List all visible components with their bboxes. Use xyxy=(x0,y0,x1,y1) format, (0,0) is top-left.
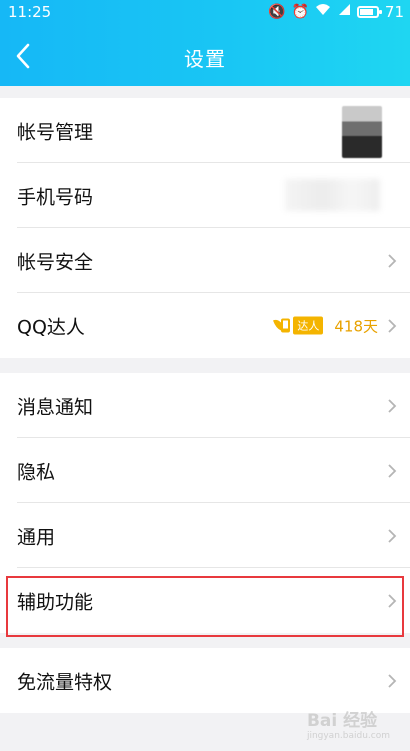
battery-icon xyxy=(356,6,382,18)
chevron-right-icon xyxy=(386,527,398,545)
row-free-data-privilege[interactable]: 免流量特权 xyxy=(0,648,410,713)
row-label: 通用 xyxy=(17,526,56,548)
chevron-right-icon xyxy=(386,397,398,415)
row-accessibility[interactable]: 辅助功能 xyxy=(0,568,410,633)
row-label: 隐私 xyxy=(17,461,56,483)
battery-level: 71 xyxy=(384,3,404,21)
avatar xyxy=(342,106,382,158)
chevron-right-icon xyxy=(386,672,398,690)
row-label: 消息通知 xyxy=(17,396,94,418)
watermark-subtext: jingyan.baidu.com xyxy=(306,731,390,741)
settings-group-privileges: 免流量特权 xyxy=(0,648,410,713)
row-label: 帐号管理 xyxy=(17,121,94,143)
page-title: 设置 xyxy=(184,47,226,71)
title-bar: 设置 xyxy=(0,26,410,86)
status-time: 11:25 xyxy=(8,3,52,21)
phone-number-blurred xyxy=(285,179,380,211)
wifi-icon xyxy=(315,3,331,21)
watermark-text: Bai 经验 xyxy=(306,711,378,731)
chevron-right-icon xyxy=(386,462,398,480)
watermark: Bai 经验 jingyan.baidu.com xyxy=(307,706,390,741)
signal-icon xyxy=(337,3,351,21)
row-label: 免流量特权 xyxy=(17,671,113,693)
row-account-management[interactable]: 帐号管理 xyxy=(0,98,410,163)
row-account-security[interactable]: 帐号安全 xyxy=(0,228,410,293)
row-label: 帐号安全 xyxy=(17,251,94,273)
settings-group-general: 消息通知 隐私 通用 辅助功能 xyxy=(0,373,410,633)
row-notifications[interactable]: 消息通知 xyxy=(0,373,410,438)
alarm-icon: ⏰ xyxy=(291,4,309,20)
row-qq-daren[interactable]: QQ达人 达人 418天 xyxy=(0,293,410,358)
chevron-right-icon xyxy=(386,317,398,335)
row-general[interactable]: 通用 xyxy=(0,503,410,568)
chevron-right-icon xyxy=(386,252,398,270)
row-label: 手机号码 xyxy=(17,186,94,208)
daren-badge: 达人 xyxy=(271,316,328,336)
row-privacy[interactable]: 隐私 xyxy=(0,438,410,503)
status-bar: 11:25 🔇 ⏰ 71 xyxy=(0,0,410,26)
status-icons: 🔇 ⏰ 71 xyxy=(268,3,404,21)
chevron-right-icon xyxy=(386,592,398,610)
daren-info: 达人 418天 xyxy=(271,315,378,336)
settings-group-account: 帐号管理 手机号码 帐号安全 QQ达人 达人 418天 xyxy=(0,98,410,358)
row-label: 辅助功能 xyxy=(17,591,94,613)
mute-icon: 🔇 xyxy=(268,4,286,20)
header-bar: 11:25 🔇 ⏰ 71 设置 xyxy=(0,0,410,86)
row-phone-number[interactable]: 手机号码 xyxy=(0,163,410,228)
daren-badge-label: 达人 xyxy=(293,316,324,335)
row-label: QQ达人 xyxy=(17,316,85,338)
daren-days: 418天 xyxy=(334,317,378,335)
